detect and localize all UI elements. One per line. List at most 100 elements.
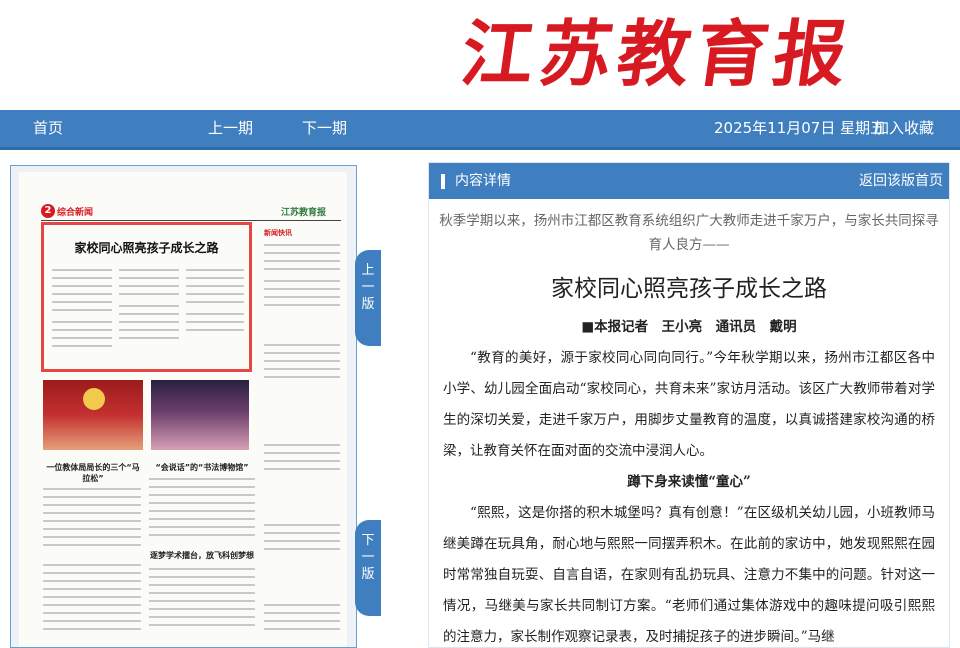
text-line <box>149 624 255 626</box>
text-line <box>52 345 112 347</box>
article-marathon-headline[interactable]: 一位教体局局长的三个“马拉松” <box>43 462 143 484</box>
text-line <box>119 277 179 279</box>
text-line <box>264 352 340 354</box>
prev-page-button[interactable]: 上一版 <box>355 250 381 346</box>
text-line <box>149 584 255 586</box>
text-line <box>186 269 244 271</box>
article-body: “教育的美好，源于家校同心同向同行。”今年秋学期以来，扬州市江都区各中小学、幼儿… <box>443 343 935 647</box>
text-line <box>43 504 141 506</box>
nav-prev-issue-link[interactable]: 上一期 <box>208 110 253 147</box>
text-line <box>119 305 179 307</box>
text-line <box>264 524 340 526</box>
article-panel-header: 内容详情 返回该版首页 <box>429 163 949 199</box>
next-page-button[interactable]: 下一版 <box>355 520 381 616</box>
text-line <box>119 293 179 295</box>
text-line <box>43 580 141 582</box>
text-line <box>43 604 141 606</box>
news-brief-title: 新闻快讯 <box>264 229 292 237</box>
text-line <box>43 544 141 546</box>
text-line <box>43 564 141 566</box>
article-paragraph: “教育的美好，源于家校同心同向同行。”今年秋学期以来，扬州市江都区各中小学、幼儿… <box>443 350 935 459</box>
prev-page-label: 上一版 <box>361 263 375 312</box>
text-line <box>149 510 255 512</box>
text-line <box>186 293 244 295</box>
nav-home-link[interactable]: 首页 <box>33 110 63 147</box>
article-paragraph: “熙熙，这是你搭的积木城堡吗？真有创意！”在区级机关幼儿园，小班教师马继美蹲在玩… <box>443 505 935 645</box>
text-line <box>149 534 255 536</box>
text-line <box>264 288 340 290</box>
text-line <box>43 572 141 574</box>
text-line <box>52 293 112 295</box>
text-line <box>43 620 141 622</box>
article-headline: 家校同心照亮孩子成长之路 <box>551 276 827 302</box>
nav-bar: 首页 上一期 下一期 2025年11月07日 星期五 加入收藏 <box>0 110 960 150</box>
text-line <box>186 329 244 331</box>
text-line <box>43 512 141 514</box>
lead-article-highlight[interactable]: 家校同心照亮孩子成长之路 <box>41 222 252 372</box>
text-line <box>264 260 340 262</box>
text-line <box>186 285 244 287</box>
text-line <box>264 628 340 630</box>
text-line <box>43 536 141 538</box>
text-line <box>119 269 179 271</box>
text-line <box>264 612 340 614</box>
text-line <box>43 628 141 630</box>
newspaper-page-image[interactable]: 2 综合新闻 江苏教育报 家校同心照亮孩子成长之路 新闻快讯 一位教体局局长的三… <box>19 172 347 647</box>
text-line <box>149 576 255 578</box>
article-science-headline[interactable]: 逐梦学术擂台，放飞科创梦想 <box>147 550 257 561</box>
text-line <box>119 337 179 339</box>
text-line <box>264 540 340 542</box>
page-number-badge: 2 <box>41 204 55 218</box>
text-line <box>264 244 340 246</box>
text-line <box>119 313 179 315</box>
text-line <box>43 496 141 498</box>
news-brief-column[interactable]: 新闻快讯 <box>264 224 340 647</box>
photo-stage-performance[interactable] <box>43 380 143 450</box>
text-line <box>264 296 340 298</box>
text-line <box>52 309 112 311</box>
article-panel-title: 内容详情 <box>455 173 511 189</box>
text-line <box>52 285 112 287</box>
text-line <box>149 526 255 528</box>
text-line <box>264 460 340 462</box>
text-line <box>264 620 340 622</box>
text-line <box>149 486 255 488</box>
back-to-page-link[interactable]: 返回该版首页 <box>859 163 943 199</box>
text-line <box>186 321 244 323</box>
text-line <box>264 304 340 306</box>
issue-date: 2025年11月07日 星期五 <box>714 119 886 137</box>
text-line <box>119 285 179 287</box>
text-line <box>264 360 340 362</box>
header-rule <box>41 220 341 221</box>
text-line <box>264 468 340 470</box>
text-line <box>119 329 179 331</box>
text-line <box>264 280 340 282</box>
text-line <box>43 488 141 490</box>
text-line <box>149 518 255 520</box>
site-header: 江苏教育报 <box>0 0 960 110</box>
text-line <box>264 344 340 346</box>
text-line <box>43 596 141 598</box>
nav-next-issue-link[interactable]: 下一期 <box>302 110 347 147</box>
next-page-label: 下一版 <box>361 533 375 582</box>
text-line <box>43 588 141 590</box>
photo-classroom[interactable] <box>151 380 249 450</box>
text-line <box>52 301 112 303</box>
text-line <box>119 321 179 323</box>
article-calligraphy-headline[interactable]: “会说话”的“书法博物馆” <box>147 462 257 473</box>
text-line <box>149 608 255 610</box>
thumbnail-logo: 江苏教育报 <box>281 208 327 218</box>
text-line <box>43 520 141 522</box>
masthead-logo: 江苏教育报 <box>456 11 859 96</box>
bookmark-link[interactable]: 加入收藏 <box>874 110 934 147</box>
text-line <box>43 528 141 530</box>
article-byline: ■本报记者 王小亮 通讯员 戴明 <box>581 319 797 335</box>
text-line <box>264 452 340 454</box>
text-line <box>264 268 340 270</box>
article-section-heading: 蹲下身来读懂“童心” <box>627 474 751 490</box>
article-subtitle: 秋季学期以来，扬州市江都区教育系统组织广大教师走进千家万户，与家长共同探寻育人良… <box>439 213 939 253</box>
text-line <box>264 368 340 370</box>
text-line <box>264 444 340 446</box>
lead-article-headline: 家校同心照亮孩子成长之路 <box>74 241 219 255</box>
text-line <box>149 478 255 480</box>
